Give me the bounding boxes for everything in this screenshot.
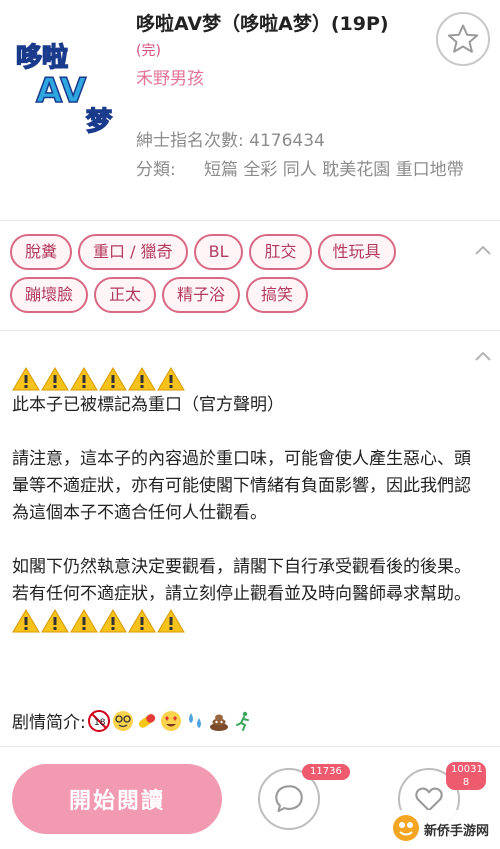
warning-icon [99,609,127,633]
plot-label: 剧情简介: [12,713,86,733]
warning-row [12,608,482,634]
warning-icon [99,367,127,391]
favorite-button[interactable] [436,12,490,66]
warning-icon [12,609,40,633]
warning-icon [157,609,185,633]
svg-text:梦: 梦 [86,107,113,137]
start-reading-button[interactable]: 開始閱讀 [12,764,222,834]
tag-chip[interactable]: 精子浴 [162,277,241,313]
star-icon [447,24,479,53]
comment-count-badge: 11736 [302,764,350,780]
divider [0,330,500,331]
tag-list: 脫糞 重口 / 獵奇 BL 肛交 性玩具 蹦壞臉 正太 精子浴 搞笑 [10,234,460,313]
tag-chip[interactable]: 重口 / 獵奇 [78,234,188,270]
pill-icon [138,713,155,728]
plot-summary: 剧情简介: 18 [12,708,254,733]
comic-header: 哆啦 AV 梦 哆啦AV梦（哆啦A梦）(19P) (完) 禾野男孩 紳士指名次數… [0,0,500,218]
categories: 分類: 短篇 全彩 同人 耽美花園 重口地帶 [136,158,498,183]
warning-icon [12,367,40,391]
nerd-face-icon [112,710,133,731]
views-value: 4176434 [249,131,325,151]
chevron-up-icon[interactable] [472,240,494,262]
divider [0,746,500,747]
svg-text:哆啦: 哆啦 [16,42,68,73]
divider [0,220,500,221]
tag-chip[interactable]: 脫糞 [10,234,73,270]
comic-title: 哆啦AV梦（哆啦A梦）(19P) [136,13,389,35]
warning-icon [128,609,156,633]
tag-chip[interactable]: 肛交 [249,234,312,270]
warning-icon [70,367,98,391]
warning-icon [157,367,185,391]
views-label: 紳士指名次數: [136,131,244,151]
completion-status: (完) [136,43,161,59]
author-link[interactable]: 禾野男孩 [136,64,204,89]
category-label: 分類: [136,160,176,180]
view-count: 紳士指名次數: 4176434 [136,126,325,151]
sweat-droplets-icon [188,712,201,728]
like-count-badge: 10031 8 [446,762,486,790]
tag-chip[interactable]: 正太 [94,277,157,313]
warning-icon [70,609,98,633]
pile-of-poo-icon [209,714,228,731]
chevron-up-icon[interactable] [472,346,494,368]
watermark-logo: 新侨手游网 [386,808,500,845]
watermark-text: 新侨手游网 [424,824,490,839]
tag-chip[interactable]: 性玩具 [317,234,396,270]
no-under-18-icon: 18 [87,709,110,732]
warning-row [12,366,482,392]
svg-text:18: 18 [94,718,106,728]
comment-icon [275,785,303,813]
tag-chip[interactable]: BL [193,234,244,270]
tag-chip[interactable]: 蹦壞臉 [10,277,89,313]
cover-image[interactable]: 哆啦 AV 梦 [8,30,126,140]
description: 此本子已被標記為重口（官方聲明） 請注意，這本子的內容過於重口味，可能會使人產生惡… [12,366,482,634]
desc-line1: 此本子已被標記為重口（官方聲明） [12,395,284,415]
warning-icon [41,367,69,391]
category-value[interactable]: 短篇 全彩 同人 耽美花園 重口地帶 [204,158,498,183]
desc-para3: 如閣下仍然執意決定要觀看，請閣下自行承受觀看後的後果。若有任何不適症狀，請立刻停… [12,557,471,604]
warning-icon [128,367,156,391]
running-person-icon [235,711,249,731]
tag-chip[interactable]: 搞笑 [246,277,309,313]
desc-para2: 請注意，這本子的內容過於重口味，可能會使人產生惡心、頭暈等不適症狀，亦有可能使閣… [12,449,471,523]
warning-icon [41,609,69,633]
heart-eyes-icon [160,710,181,731]
svg-text:AV: AV [36,71,87,111]
